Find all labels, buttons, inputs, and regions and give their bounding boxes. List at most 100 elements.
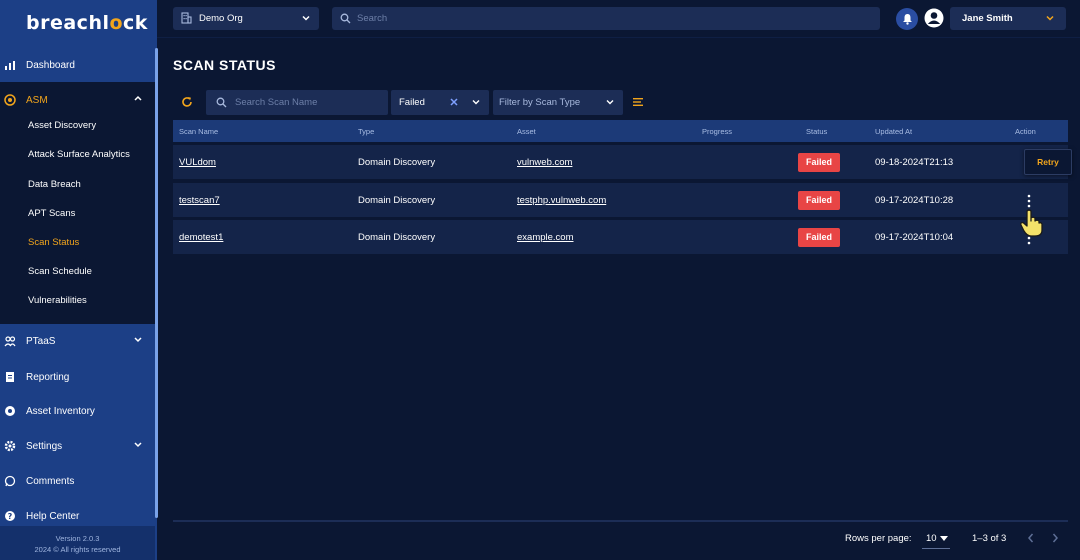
asm-submenu: ASM Asset Discovery Attack Surface Analy… <box>0 82 155 324</box>
status-badge: Failed <box>798 191 840 210</box>
help-icon: ? <box>4 510 16 522</box>
sidebar-item-label: Settings <box>26 440 63 452</box>
updated-at: 09-17-2024T10:28 <box>875 195 954 206</box>
sidebar-item-asset-inventory[interactable]: Asset Inventory <box>0 399 155 423</box>
sidebar-item-help-center[interactable]: ? Help Center <box>0 504 155 528</box>
sidebar-item-label: Dashboard <box>26 59 75 71</box>
chevron-left-icon[interactable] <box>1026 532 1036 544</box>
search-icon <box>340 13 351 24</box>
sidebar-item-reporting[interactable]: Reporting <box>0 365 155 389</box>
sidebar-item-ptaas[interactable]: PTaaS <box>0 329 155 353</box>
sidebar-item-label: Help Center <box>26 510 80 522</box>
table-footer-divider <box>173 520 1068 522</box>
column-header-asset[interactable]: Asset <box>517 127 536 136</box>
copyright-text: 2024 © All rights reserved <box>34 545 121 554</box>
chevron-down-icon[interactable] <box>132 438 144 450</box>
comment-icon <box>4 475 16 487</box>
user-menu[interactable]: Jane Smith <box>950 7 1066 30</box>
sidebar-subitem-attack-surface-analytics[interactable]: Attack Surface Analytics <box>28 149 130 160</box>
asset-link[interactable]: testphp.vulnweb.com <box>517 195 606 206</box>
pagination-range: 1–3 of 3 <box>972 533 1007 544</box>
column-header-progress[interactable]: Progress <box>702 127 732 136</box>
search-icon <box>216 97 227 108</box>
topbar: Demo Org Search Jane Smith <box>157 0 1080 38</box>
avatar[interactable] <box>924 8 944 28</box>
sidebar-item-label: Comments <box>26 475 75 487</box>
status-badge: Failed <box>798 228 840 247</box>
table-row: testscan7 Domain Discovery testphp.vulnw… <box>173 183 1068 217</box>
org-name: Demo Org <box>199 13 243 24</box>
sidebar-subitem-vulnerabilities[interactable]: Vulnerabilities <box>28 295 87 306</box>
org-selector[interactable]: Demo Org <box>173 7 319 30</box>
search-placeholder: Search Scan Name <box>235 97 318 108</box>
user-name: Jane Smith <box>962 13 1013 24</box>
sidebar: breachlock Dashboard ASM Asset Discovery… <box>0 0 157 560</box>
sidebar-scrollbar[interactable] <box>155 48 158 518</box>
scan-type: Domain Discovery <box>358 232 436 243</box>
retry-button[interactable]: Retry <box>1024 149 1072 175</box>
scan-type-filter-select[interactable]: Filter by Scan Type <box>493 90 623 115</box>
scan-type: Domain Discovery <box>358 157 436 168</box>
search-placeholder: Search <box>357 13 388 24</box>
sidebar-item-settings[interactable]: Settings <box>0 434 155 458</box>
clear-icon[interactable] <box>449 97 459 107</box>
sidebar-subitem-data-breach[interactable]: Data Breach <box>28 179 81 190</box>
status-filter-value: Failed <box>399 97 425 108</box>
asset-link[interactable]: vulnweb.com <box>517 157 572 168</box>
global-search-input[interactable]: Search <box>332 7 880 30</box>
chart-bar-icon <box>4 59 16 71</box>
scan-name-search-input[interactable]: Search Scan Name <box>206 90 388 115</box>
scan-type: Domain Discovery <box>358 195 436 206</box>
inventory-icon <box>4 405 16 417</box>
table-row: VULdom Domain Discovery vulnweb.com Fail… <box>173 145 1072 179</box>
asset-link[interactable]: example.com <box>517 232 574 243</box>
chevron-down-icon <box>606 100 614 105</box>
rows-per-page-value: 10 <box>926 533 937 544</box>
chevron-down-icon[interactable] <box>132 333 144 345</box>
sidebar-subitem-scan-schedule[interactable]: Scan Schedule <box>28 266 92 277</box>
sidebar-subitem-scan-status[interactable]: Scan Status <box>28 237 79 248</box>
more-actions-icon[interactable] <box>1026 194 1032 208</box>
sidebar-subitem-apt-scans[interactable]: APT Scans <box>28 208 75 219</box>
chevron-down-icon <box>1046 15 1054 21</box>
sidebar-subitem-asset-discovery[interactable]: Asset Discovery <box>28 120 96 131</box>
sort-icon[interactable] <box>632 97 644 107</box>
updated-at: 09-17-2024T10:04 <box>875 232 954 243</box>
scan-name-link[interactable]: VULdom <box>179 157 216 168</box>
bell-icon <box>902 14 912 25</box>
sidebar-item-label: PTaaS <box>26 335 56 347</box>
updated-at: 09-18-2024T21:13 <box>875 157 954 168</box>
caret-down-icon <box>940 536 948 541</box>
report-icon <box>4 371 16 383</box>
sidebar-item-dashboard[interactable]: Dashboard <box>0 53 155 77</box>
refresh-icon[interactable] <box>181 96 193 108</box>
sidebar-item-label: Reporting <box>26 371 70 383</box>
table-row: demotest1 Domain Discovery example.com F… <box>173 220 1068 254</box>
brand-logo[interactable]: breachlock <box>26 12 148 34</box>
column-header-type[interactable]: Type <box>358 127 374 136</box>
sidebar-item-asm[interactable]: ASM <box>0 88 155 112</box>
gear-icon <box>4 440 16 452</box>
svg-text:?: ? <box>8 512 13 521</box>
column-header-action: Action <box>1015 127 1036 136</box>
building-icon <box>181 12 192 24</box>
pointer-cursor-icon <box>1020 209 1043 237</box>
rows-per-page-label: Rows per page: <box>845 533 912 544</box>
column-header-updated-at[interactable]: Updated At <box>875 127 912 136</box>
scan-name-link[interactable]: demotest1 <box>179 232 223 243</box>
sidebar-item-comments[interactable]: Comments <box>0 469 155 493</box>
status-filter-select[interactable]: Failed <box>391 90 489 115</box>
target-icon <box>4 94 16 106</box>
scan-type-placeholder: Filter by Scan Type <box>499 97 581 108</box>
column-header-scan-name[interactable]: Scan Name <box>179 127 218 136</box>
sidebar-item-label: Asset Inventory <box>26 405 95 417</box>
column-header-status[interactable]: Status <box>806 127 827 136</box>
chevron-right-icon[interactable] <box>1050 532 1060 544</box>
table-header: Scan Name Type Asset Progress Status Upd… <box>173 120 1068 142</box>
chevron-down-icon[interactable] <box>471 97 481 107</box>
scan-name-link[interactable]: testscan7 <box>179 195 220 206</box>
chevron-up-icon[interactable] <box>132 92 144 104</box>
page-title: SCAN STATUS <box>173 57 276 73</box>
rows-per-page-select[interactable]: 10 <box>922 527 950 549</box>
notifications-button[interactable] <box>896 8 918 30</box>
